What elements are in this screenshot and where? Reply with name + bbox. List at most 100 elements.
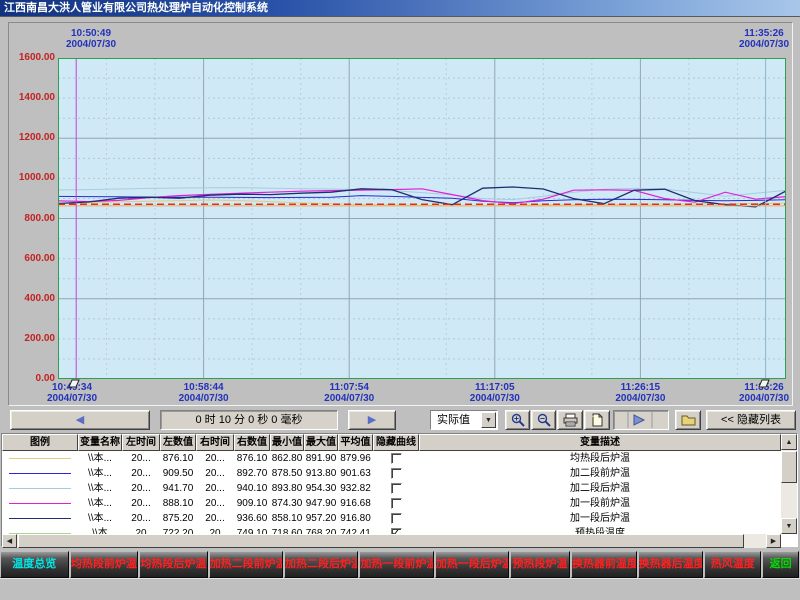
variable-desc-cell: 预热段温度 (419, 526, 781, 534)
scroll-up-arrow[interactable]: ▲ (781, 434, 797, 450)
hide-curve-checkbox[interactable] (391, 483, 402, 494)
nav-button[interactable]: 返回 (762, 551, 799, 578)
scroll-right-button[interactable]: ▶ (348, 410, 396, 430)
table-cell: 876.10 (234, 451, 270, 466)
scroll-left-arrow[interactable]: ◀ (2, 534, 17, 548)
zoom-out-button[interactable] (531, 410, 556, 430)
table-header-cell[interactable]: 最大值 (304, 434, 338, 451)
table-header-cell[interactable]: 图例 (2, 434, 78, 451)
nav-button[interactable]: 加热一段后炉温 (435, 551, 509, 578)
table-cell (373, 496, 419, 511)
zoom-in-button[interactable] (505, 410, 530, 430)
chevron-down-icon[interactable]: ▼ (481, 412, 496, 428)
table-row[interactable]: \\本...20...909.5020...892.70878.50913.80… (2, 466, 781, 481)
cursor-drag-handle[interactable] (68, 379, 80, 388)
nav-button[interactable]: 加热二段前炉温 (209, 551, 283, 578)
table-cell: \\本... (78, 511, 122, 526)
nav-button[interactable]: 换热器前温度 (571, 551, 637, 578)
table-header-cell[interactable]: 右数值 (234, 434, 270, 451)
table-cell: \\本... (78, 451, 122, 466)
hide-curve-checkbox[interactable] (391, 468, 402, 479)
table-cell: 947.90 (304, 496, 338, 511)
hide-curve-checkbox[interactable] (391, 513, 402, 524)
x-tick-date: 2004/07/30 (719, 393, 800, 404)
time-span-field[interactable]: 0 时 10 分 0 秒 0 毫秒 (160, 410, 338, 430)
scroll-left-button[interactable]: ◀ (10, 410, 150, 430)
table-row[interactable]: \\本...20...888.1020...909.10874.30947.90… (2, 496, 781, 511)
table-cell: 20... (122, 496, 160, 511)
x-tick-time: 11:26:15 (595, 382, 685, 393)
nav-button[interactable]: 换热器后温度 (638, 551, 704, 578)
table-header-cell[interactable]: 左数值 (160, 434, 196, 451)
left-cursor-time: 10:50:49 (31, 28, 151, 39)
printer-icon (563, 413, 578, 427)
table-cell: 20... (196, 466, 234, 481)
table-cell (2, 466, 78, 481)
table-vertical-scrollbar[interactable]: ▲ ▼ (781, 434, 797, 534)
table-header-cell[interactable]: 右时间 (196, 434, 234, 451)
trend-plot[interactable] (58, 58, 786, 379)
table-row[interactable]: \\本...20...876.1020...876.10862.80891.90… (2, 451, 781, 466)
table-cell: 874.30 (270, 496, 304, 511)
cursor-drag-handle[interactable] (758, 379, 770, 388)
scroll-down-arrow[interactable]: ▼ (781, 518, 797, 534)
table-cell: 718.60 (270, 526, 304, 534)
table-cell (373, 466, 419, 481)
table-cell: 20... (196, 496, 234, 511)
new-report-button[interactable] (584, 410, 610, 430)
table-header-cell[interactable]: 变量名称 (78, 434, 122, 451)
table-cell: 20 (122, 526, 160, 534)
table-header-cell[interactable]: 隐藏曲线 (373, 434, 419, 451)
table-row[interactable]: \\本...20...941.7020...940.10893.80954.30… (2, 481, 781, 496)
table-header-cell[interactable]: 平均值 (338, 434, 373, 451)
nav-button[interactable]: 均热段前炉温 (70, 551, 139, 578)
table-horizontal-scrollbar[interactable]: ◀ ▶ (2, 534, 781, 548)
nav-button[interactable]: 预热段炉温 (510, 551, 570, 578)
y-tick-label: 200.00 (9, 333, 55, 344)
variable-table: 图例变量名称左时间左数值右时间右数值最小值最大值平均值隐藏曲线变量描述 \\本.… (1, 433, 798, 547)
table-cell: 891.90 (304, 451, 338, 466)
hscroll-thumb[interactable] (18, 534, 744, 548)
table-cell: 909.10 (234, 496, 270, 511)
nav-button[interactable]: 均热段后炉温 (139, 551, 208, 578)
value-mode-dropdown[interactable]: 实际值 ▼ (430, 410, 498, 430)
table-row[interactable]: \\本20722.2020749.10718.60768.20742.41✓预热… (2, 526, 781, 534)
table-header-cell[interactable]: 最小值 (270, 434, 304, 451)
table-cell: 916.80 (338, 511, 373, 526)
table-cell: 20... (196, 511, 234, 526)
playback-control[interactable] (613, 410, 669, 430)
x-tick-time: 11:07:54 (304, 382, 394, 393)
table-cell (373, 511, 419, 526)
cursor-flag-icon (69, 380, 79, 387)
table-cell: 20... (196, 451, 234, 466)
table-header-cell[interactable]: 左时间 (122, 434, 160, 451)
table-cell: 858.10 (270, 511, 304, 526)
table-cell: 888.10 (160, 496, 196, 511)
chart-panel: 10:50:49 2004/07/30 11:35:26 2004/07/30 … (8, 22, 793, 406)
hide-curve-checkbox[interactable] (391, 498, 402, 509)
table-cell: 20... (196, 481, 234, 496)
x-tick-label: 10:58:442004/07/30 (159, 382, 249, 404)
nav-button[interactable]: 加热二段后炉温 (284, 551, 358, 578)
table-cell: 875.20 (160, 511, 196, 526)
nav-button[interactable]: 加热一段前炉温 (359, 551, 433, 578)
export-button[interactable] (675, 410, 701, 430)
scroll-right-arrow[interactable]: ▶ (766, 534, 781, 548)
x-tick-date: 2004/07/30 (304, 393, 394, 404)
vscroll-thumb[interactable] (781, 451, 797, 483)
table-header-cell[interactable]: 变量描述 (419, 434, 781, 451)
nav-button[interactable]: 温度总览 (0, 551, 69, 578)
x-tick-date: 2004/07/30 (595, 393, 685, 404)
hide-curve-checkbox[interactable] (391, 453, 402, 464)
table-cell: 879.96 (338, 451, 373, 466)
x-tick-label: 11:17:052004/07/30 (450, 382, 540, 404)
print-button[interactable] (557, 410, 583, 430)
status-bar (0, 578, 800, 600)
folder-icon (681, 413, 696, 426)
left-arrow-icon: ◀ (11, 411, 149, 429)
hide-list-button[interactable]: << 隐藏列表 (706, 410, 796, 430)
table-cell: 20... (122, 451, 160, 466)
table-row[interactable]: \\本...20...875.2020...936.60858.10957.20… (2, 511, 781, 526)
nav-button[interactable]: 热风温度 (704, 551, 761, 578)
table-cell (2, 511, 78, 526)
